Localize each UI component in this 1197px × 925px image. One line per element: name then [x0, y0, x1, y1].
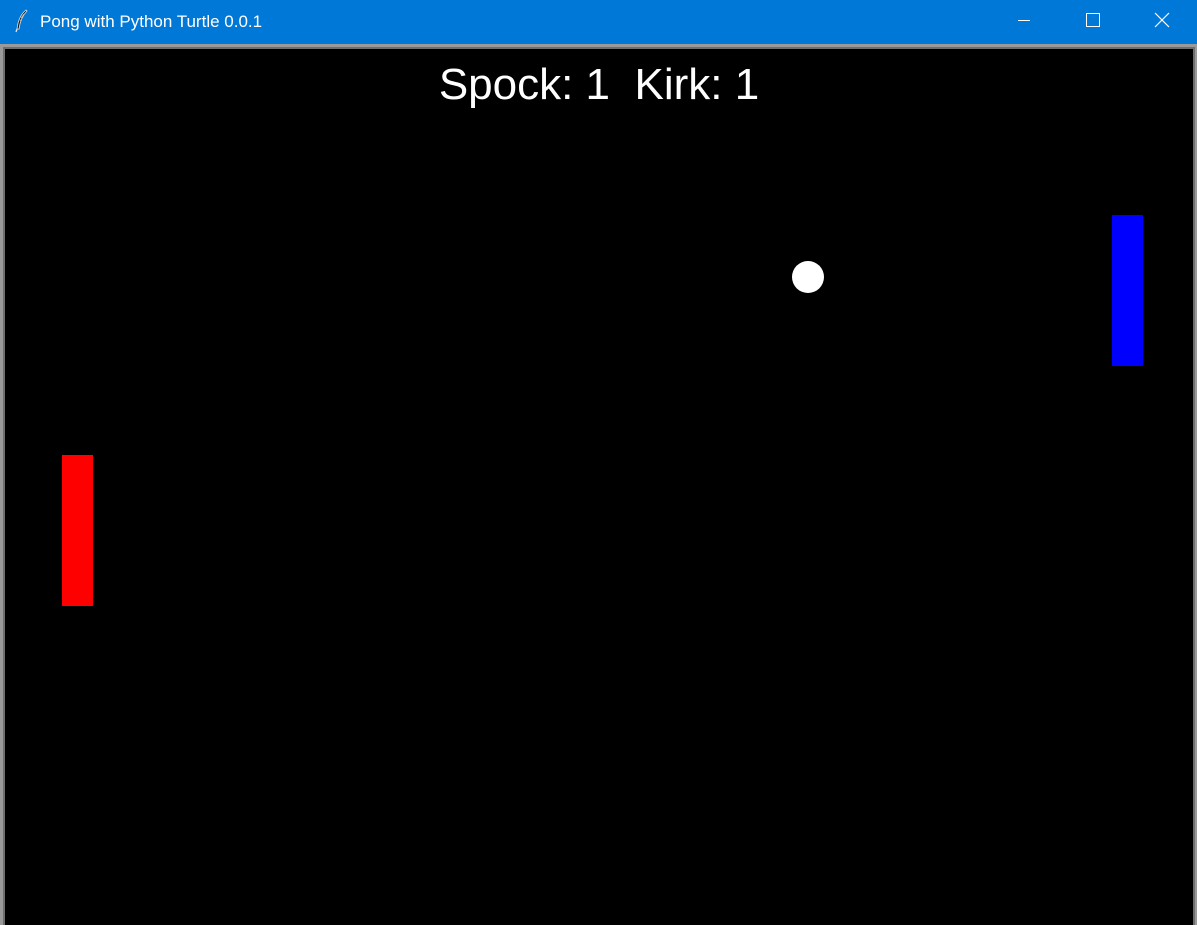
scoreboard: Spock: 1 Kirk: 1	[438, 60, 760, 109]
close-icon	[1154, 12, 1170, 33]
window-client-area: Spock: 1 Kirk: 1	[0, 44, 1197, 925]
minimize-icon	[1018, 13, 1030, 31]
minimize-button[interactable]	[989, 0, 1059, 44]
window-title: Pong with Python Turtle 0.0.1	[40, 12, 263, 31]
maximize-button[interactable]	[1058, 0, 1128, 44]
app-window: Pong with Python Turtle 0.0.1 Spock: 1 K…	[0, 0, 1197, 925]
maximize-icon	[1086, 12, 1100, 32]
title-bar[interactable]: Pong with Python Turtle 0.0.1	[0, 0, 1197, 44]
close-button[interactable]	[1127, 0, 1197, 44]
left-paddle	[62, 455, 93, 606]
feather-icon	[12, 9, 32, 33]
game-canvas[interactable]: Spock: 1 Kirk: 1	[5, 49, 1193, 925]
right-paddle	[1112, 215, 1143, 366]
ball	[792, 261, 824, 293]
canvas-border: Spock: 1 Kirk: 1	[3, 47, 1195, 925]
